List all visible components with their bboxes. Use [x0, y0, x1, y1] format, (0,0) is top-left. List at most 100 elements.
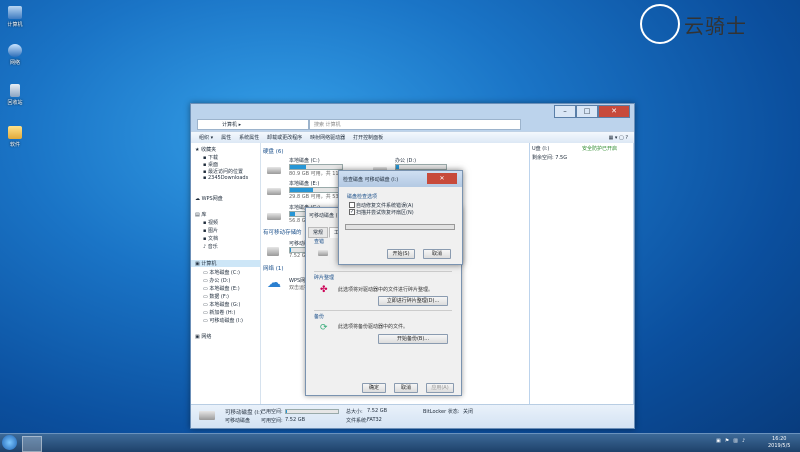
toolbar-properties[interactable]: 属性: [221, 134, 231, 141]
folder-icon: [8, 126, 22, 139]
auto-fix-checkbox[interactable]: [349, 202, 355, 208]
toolbar-control-panel[interactable]: 打开控制面板: [353, 134, 383, 141]
toolbar-uninstall[interactable]: 卸载或更改程序: [267, 134, 302, 141]
system-tray: ▣ ⚑ ▥ ♪: [716, 438, 745, 444]
tray-volume-icon[interactable]: ♪: [742, 438, 745, 444]
nav-label: 文档: [208, 236, 218, 242]
nav-network[interactable]: ▣ 网络: [195, 333, 211, 340]
nav-drive-e[interactable]: ▭ 本地磁盘 (E:): [203, 285, 240, 292]
desktop-icon-label: 计算机: [4, 21, 26, 28]
backup-button[interactable]: 开始备份(B)...: [378, 334, 448, 344]
nav-downloads[interactable]: ▪ 下载: [203, 154, 218, 161]
taskbar-explorer-icon[interactable]: [22, 436, 42, 452]
close-button[interactable]: ✕: [598, 105, 630, 118]
group-header-removable[interactable]: 有可移动存储的: [263, 228, 302, 236]
nav-label: 本地磁盘 (E:): [209, 286, 239, 292]
desktop-icon-network[interactable]: 网络: [4, 44, 26, 66]
toolbar-organize[interactable]: 组织 ▾: [199, 134, 213, 141]
scan-recover-checkbox[interactable]: ✓: [349, 209, 355, 215]
drive-c-usage-fill: [290, 165, 306, 169]
desktop-icon-computer[interactable]: 计算机: [4, 6, 26, 28]
maximize-button[interactable]: □: [576, 105, 598, 118]
search-input[interactable]: 搜索 计算机: [309, 119, 521, 130]
drive-icon: [267, 188, 281, 195]
details-fs-value: FAT32: [367, 417, 382, 423]
toolbar-map-drive[interactable]: 映射网络驱动器: [310, 134, 345, 141]
address-bar[interactable]: 计算机 ▸: [197, 119, 309, 130]
drive-c-name[interactable]: 本地磁盘 (C:): [289, 157, 320, 164]
check-cancel-button[interactable]: 取消: [423, 249, 451, 259]
check-progress-bar: [345, 224, 455, 230]
taskbar-clock[interactable]: 16:20 2019/5/5: [768, 436, 790, 450]
drive-icon: [267, 213, 281, 220]
nav-libraries[interactable]: ▤ 库: [195, 211, 206, 218]
check-disk-title: 检查磁盘 可移动磁盘 (I:): [343, 176, 398, 183]
nav-documents[interactable]: ▪ 文档: [203, 235, 218, 242]
section-backup-header: 备份: [314, 313, 324, 320]
apply-button[interactable]: 应用(A): [426, 383, 454, 393]
nav-wps-cloud[interactable]: ☁ WPS网盘: [195, 195, 223, 202]
details-pane: 可移动磁盘 (I:) 可移动磁盘 已用空间: 可用空间: 7.52 GB 总大小…: [191, 404, 634, 428]
tray-network-icon[interactable]: ▥: [733, 438, 738, 444]
right-pane-safe-status: 安全防护已开启: [582, 145, 617, 152]
drive-d-name[interactable]: 办公 (D:): [395, 157, 416, 164]
nav-label: 数据 (F:): [209, 294, 229, 300]
details-bitlocker-label: BitLocker 状态:: [423, 408, 459, 415]
nav-drive-f[interactable]: ▭ 数据 (F:): [203, 293, 229, 300]
details-name: 可移动磁盘 (I:): [225, 408, 262, 416]
clock-time: 16:20: [768, 436, 790, 443]
nav-2345downloads[interactable]: ▪ 2345Downloads: [203, 175, 248, 181]
details-type: 可移动磁盘: [225, 417, 250, 424]
nav-music[interactable]: ♪ 音乐: [203, 243, 218, 250]
desktop-icon-label: 网络: [4, 59, 26, 66]
nav-drive-d[interactable]: ▭ 办公 (D:): [203, 277, 230, 284]
nav-recent[interactable]: ▪ 最近访问的位置: [203, 168, 243, 175]
nav-favorites[interactable]: ★ 收藏夹: [195, 146, 216, 153]
tray-app-icon[interactable]: ▣: [716, 438, 721, 444]
desktop-icon-software[interactable]: 软件: [4, 126, 26, 148]
section-check-header: 查错: [314, 238, 324, 245]
check-disk-titlebar: 检查磁盘 可移动磁盘 (I:) ✕: [339, 171, 462, 187]
usb-drive-icon: [267, 247, 279, 256]
nav-label: WPS网盘: [202, 196, 223, 202]
cancel-button[interactable]: 取消: [394, 383, 418, 393]
desktop-icon-label: 回收站: [4, 99, 26, 106]
brand-logo: 云骑士: [640, 4, 780, 44]
right-info-pane: U盘 (I:) 安全防护已开启 剩余空间: 7.5G: [530, 143, 633, 413]
defrag-icon: ✤: [320, 285, 328, 295]
details-total-label: 总大小:: [346, 408, 363, 415]
nav-drive-c[interactable]: ▭ 本地磁盘 (C:): [203, 269, 240, 276]
nav-drive-i[interactable]: ▭ 可移动磁盘 (I:): [203, 317, 243, 324]
drive-d-usage-fill: [396, 165, 399, 169]
window-caption-buttons: – □ ✕: [554, 105, 630, 118]
nav-label: 图片: [208, 228, 218, 234]
drive-e-name[interactable]: 本地磁盘 (E:): [289, 180, 319, 187]
start-button-orb[interactable]: [2, 435, 17, 450]
minimize-button[interactable]: –: [554, 105, 576, 118]
nav-label: 本地磁盘 (G:): [209, 302, 240, 308]
navigation-pane: ★ 收藏夹 ▪ 下载 ▪ 桌面 ▪ 最近访问的位置 ▪ 2345Download…: [191, 143, 261, 413]
defrag-button[interactable]: 立即进行碎片整理(D)...: [378, 296, 448, 306]
group-header-hdd[interactable]: 硬盘 (6): [263, 147, 284, 155]
nav-drive-g[interactable]: ▭ 本地磁盘 (G:): [203, 301, 240, 308]
nav-drive-h[interactable]: ▭ 新加卷 (H:): [203, 309, 235, 316]
scan-recover-label: 扫描并尝试恢复坏扇区(N): [356, 209, 414, 216]
check-disk-icon: [318, 250, 328, 256]
clock-date: 2019/5/5: [768, 443, 790, 450]
group-header-network[interactable]: 网络 (1): [263, 264, 284, 272]
toolbar-system-properties[interactable]: 系统属性: [239, 134, 259, 141]
nav-computer[interactable]: ▣ 计算机: [191, 260, 260, 267]
search-placeholder: 搜索 计算机: [314, 122, 341, 128]
desktop-icon-recycle-bin[interactable]: 回收站: [4, 84, 26, 106]
check-disk-close-button[interactable]: ✕: [427, 173, 457, 184]
nav-videos[interactable]: ▪ 视频: [203, 219, 218, 226]
ok-button[interactable]: 确定: [362, 383, 386, 393]
tray-flag-icon[interactable]: ⚑: [725, 438, 729, 444]
nav-pictures[interactable]: ▪ 图片: [203, 227, 218, 234]
check-disk-dialog[interactable]: 检查磁盘 可移动磁盘 (I:) ✕ 磁盘检查选项 自动修复文件系统错误(A) ✓…: [338, 170, 463, 265]
tab-general[interactable]: 常规: [308, 227, 328, 238]
view-options-icon[interactable]: ▦ ▾ ▢ ?: [609, 135, 628, 141]
start-button[interactable]: 开始(S): [387, 249, 415, 259]
drive-g-usage-fill: [290, 212, 295, 216]
nav-desktop[interactable]: ▪ 桌面: [203, 161, 218, 168]
